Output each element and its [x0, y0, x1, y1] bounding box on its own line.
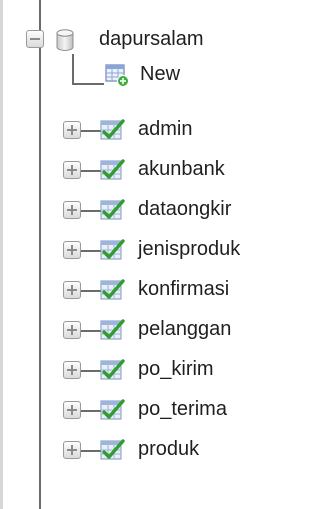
table-icon — [100, 439, 125, 460]
collapse-icon[interactable] — [26, 30, 44, 48]
table-name[interactable]: konfirmasi — [138, 277, 229, 301]
database-name[interactable]: dapursalam — [99, 27, 204, 51]
expand-icon[interactable] — [63, 201, 81, 219]
tree-connector-line — [80, 130, 102, 132]
table-name[interactable]: admin — [138, 117, 192, 141]
table-name[interactable]: jenisproduk — [138, 237, 240, 261]
table-name[interactable]: akunbank — [138, 157, 225, 181]
table-icon — [100, 319, 125, 340]
tree-connector-line — [72, 54, 74, 84]
table-name[interactable]: po_kirim — [138, 357, 214, 381]
database-icon — [56, 29, 74, 51]
expand-icon[interactable] — [63, 121, 81, 139]
expand-icon[interactable] — [63, 321, 81, 339]
tree-connector-line — [80, 330, 102, 332]
tree-connector-line — [80, 410, 102, 412]
tree-connector-line — [80, 170, 102, 172]
new-table-icon — [105, 64, 129, 87]
tree-connector-line — [39, 0, 41, 509]
table-icon — [100, 399, 125, 420]
tree-connector-line — [80, 450, 102, 452]
table-name[interactable]: dataongkir — [138, 197, 231, 221]
tree-connector-line — [80, 370, 102, 372]
expand-icon[interactable] — [63, 361, 81, 379]
expand-icon[interactable] — [63, 401, 81, 419]
table-name[interactable]: pelanggan — [138, 317, 231, 341]
tree-connector-line — [80, 210, 102, 212]
table-icon — [100, 359, 125, 380]
expand-icon[interactable] — [63, 161, 81, 179]
table-icon — [100, 119, 125, 140]
new-table-label[interactable]: New — [140, 62, 180, 86]
tree-connector-line — [72, 83, 104, 85]
navigation-tree-panel: dapursalam New admin akunbank dataongkir je… — [0, 0, 299, 509]
expand-icon[interactable] — [63, 241, 81, 259]
expand-icon[interactable] — [63, 281, 81, 299]
table-icon — [100, 199, 125, 220]
expand-icon[interactable] — [63, 441, 81, 459]
tree-connector-line — [80, 250, 102, 252]
panel-border — [0, 0, 3, 509]
table-icon — [100, 279, 125, 300]
table-name[interactable]: produk — [138, 437, 199, 461]
table-icon — [100, 239, 125, 260]
table-name[interactable]: po_terima — [138, 397, 227, 421]
tree-connector-line — [80, 290, 102, 292]
table-icon — [100, 159, 125, 180]
